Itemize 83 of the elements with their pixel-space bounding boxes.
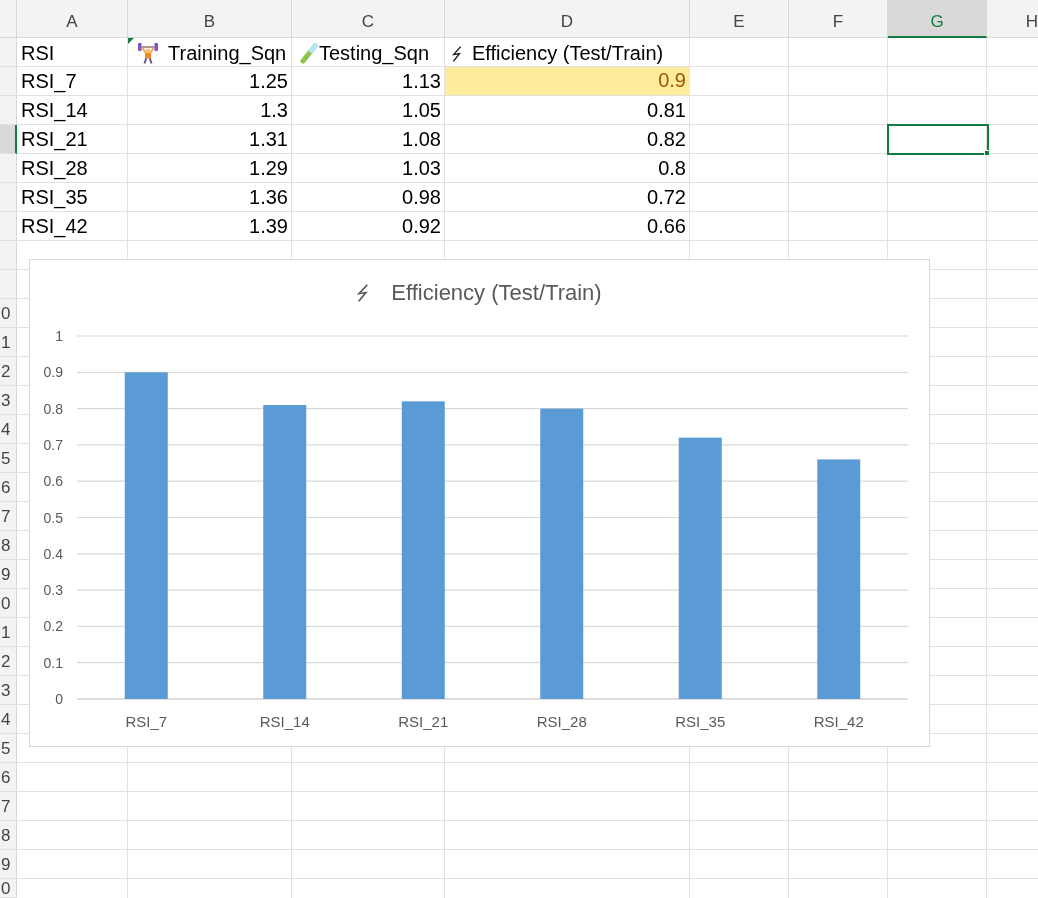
table-cell-text: 0.81 <box>646 98 687 123</box>
row-header[interactable]: 1 <box>0 618 17 647</box>
corner-triangle-icon <box>128 38 134 44</box>
axis-tick-label: 0 <box>55 691 63 707</box>
column-title: Testing_Sqn <box>319 42 430 65</box>
table-cell: 0.9 <box>445 67 690 95</box>
axis-category-label: RSI_7 <box>125 713 168 730</box>
axis-category-label: RSI_14 <box>259 713 310 730</box>
column-title: RSI <box>21 42 55 65</box>
axis-category-label: RSI_28 <box>536 713 587 730</box>
table-cell-text: 0.72 <box>646 185 687 210</box>
test-tube-icon <box>300 43 318 64</box>
column-header[interactable]: G <box>888 0 987 38</box>
row-header[interactable]: 9 <box>0 560 17 589</box>
row-header[interactable]: 6 <box>0 763 17 792</box>
table-cell-text: 0.66 <box>646 214 687 239</box>
row-header[interactable]: 0 <box>0 879 17 898</box>
corner-header[interactable] <box>0 0 17 38</box>
row-header[interactable]: 4 <box>0 705 17 734</box>
table-cell-text: RSI_35 <box>20 185 89 211</box>
axis-tick-label: 0.8 <box>43 400 63 417</box>
table-cell-text: 0.82 <box>646 127 687 152</box>
lightning-icon <box>452 45 462 62</box>
table-cell-text: 0.92 <box>401 214 442 239</box>
table-cell-text: 1.08 <box>401 127 442 152</box>
row-header[interactable]: 7 <box>0 502 17 531</box>
table-cell-text: 1.31 <box>248 127 289 152</box>
axis-tick-label: 0.3 <box>43 582 63 599</box>
axis-category-label: RSI_35 <box>675 713 726 730</box>
row-header[interactable]: 1 <box>0 328 17 357</box>
row-header[interactable]: 3 <box>0 676 17 705</box>
axis-category-label: RSI_21 <box>398 713 449 730</box>
row-header[interactable]: 4 <box>0 415 17 444</box>
chart-title: Efficiency (Test/Train) <box>391 280 602 306</box>
column-header[interactable]: D <box>445 0 690 38</box>
axis-tick-label: 0.1 <box>43 654 63 671</box>
table-cell-text: 1.13 <box>401 69 442 94</box>
row-header[interactable]: 8 <box>0 531 17 560</box>
row-header[interactable]: 0 <box>0 589 17 618</box>
row-header[interactable]: 5 <box>0 444 17 473</box>
row-header[interactable]: 3 <box>0 386 17 415</box>
axis-tick-label: 0.6 <box>43 473 63 490</box>
column-header[interactable]: E <box>690 0 789 38</box>
column-title: Training_Sqn <box>168 42 287 65</box>
column-header[interactable]: C <box>292 0 445 38</box>
column-title: Efficiency (Test/Train) <box>472 42 664 65</box>
axis-tick-label: 1 <box>55 328 63 344</box>
table-cell-text: RSI_28 <box>20 156 89 182</box>
axis-category-label: RSI_42 <box>813 713 864 730</box>
selected-cell[interactable] <box>887 124 989 155</box>
row-header[interactable]: 2 <box>0 647 17 676</box>
table-cell-text: 1.3 <box>259 98 289 123</box>
column-header[interactable]: H <box>987 0 1038 38</box>
table-cell-text: RSI_14 <box>20 98 89 124</box>
row-header[interactable]: 0 <box>0 299 17 328</box>
column-header[interactable]: A <box>17 0 128 38</box>
table-cell-text: 1.05 <box>401 98 442 123</box>
row-header[interactable]: 9 <box>0 850 17 879</box>
column-header[interactable]: F <box>789 0 888 38</box>
row-header[interactable]: 8 <box>0 821 17 850</box>
weightlifter-icon <box>138 43 158 64</box>
table-cell-text: 1.39 <box>248 214 289 239</box>
row-header[interactable]: 5 <box>0 734 17 763</box>
table-cell-text: 1.29 <box>248 156 289 181</box>
axis-tick-label: 0.5 <box>43 509 63 526</box>
axis-tick-label: 0.2 <box>43 618 63 635</box>
row-header[interactable]: 2 <box>0 357 17 386</box>
table-cell-text: 0.8 <box>657 156 687 181</box>
axis-tick-label: 0.7 <box>43 436 63 453</box>
column-header[interactable]: B <box>128 0 292 38</box>
table-cell-text: 1.36 <box>248 185 289 210</box>
axis-tick-label: 0.4 <box>43 545 63 562</box>
row-header[interactable]: 7 <box>0 792 17 821</box>
row-header[interactable]: 6 <box>0 473 17 502</box>
table-cell-text: RSI_42 <box>20 214 89 240</box>
table-cell-text: 1.25 <box>248 69 289 94</box>
table-cell-text: RSI_21 <box>20 127 89 153</box>
row-header[interactable] <box>0 125 17 154</box>
table-cell-text: 1.03 <box>401 156 442 181</box>
lightning-icon <box>357 284 370 302</box>
table-cell-text: RSI_7 <box>20 69 78 95</box>
axis-tick-label: 0.9 <box>43 364 63 381</box>
table-cell-text: 0.98 <box>401 185 442 210</box>
